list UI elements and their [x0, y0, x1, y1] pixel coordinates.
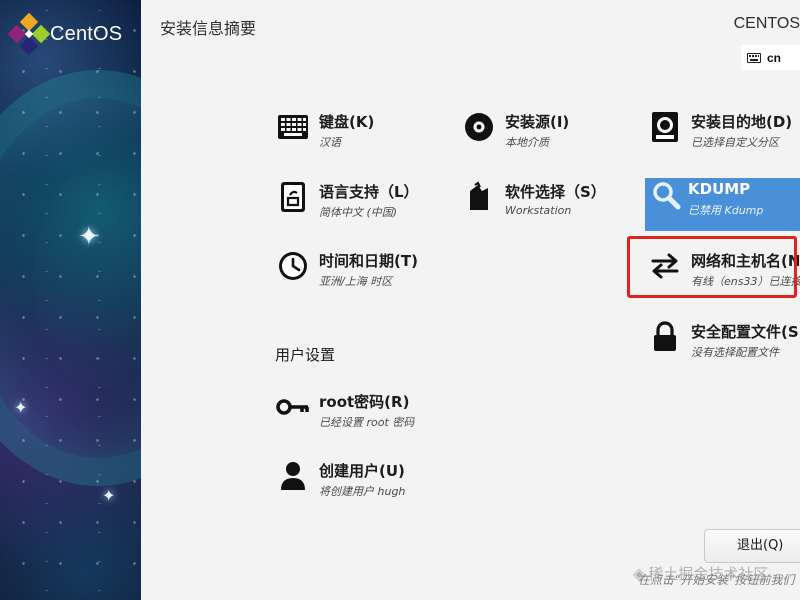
spoke-root-password[interactable]: root密码(R) 已经设置 root 密码	[276, 390, 466, 434]
sparkle-icon: ✦	[78, 222, 100, 252]
keyboard-icon	[276, 110, 310, 144]
spoke-kdump[interactable]: KDUMP 已禁用 Kdump	[645, 178, 800, 231]
keyboard-layout-icon	[747, 52, 761, 63]
spoke-date-time-title: 时间和日期(T)	[319, 252, 418, 270]
spoke-install-source-title: 安装源(I)	[505, 113, 570, 131]
keyboard-layout-indicator[interactable]: cn	[741, 45, 800, 70]
starfield	[0, 0, 141, 600]
watermark-text: 稀土掘金技术社区	[648, 565, 769, 583]
spoke-language-support-title: 语言支持（L）	[319, 183, 419, 201]
spoke-security-profile-status: 没有选择配置文件	[691, 346, 779, 359]
key-icon	[276, 390, 310, 424]
spoke-create-user[interactable]: 创建用户(U) 将创建用户 hugh	[276, 459, 466, 503]
watermark: ◈ 稀土掘金技术社区	[633, 563, 768, 584]
package-icon	[462, 180, 496, 214]
sparkle-icon: ✦	[102, 486, 116, 505]
user-icon	[276, 459, 310, 493]
spoke-create-user-status: 将创建用户 hugh	[319, 485, 406, 498]
spoke-root-password-title: root密码(R)	[319, 393, 410, 411]
os-name: CENTOS	[733, 15, 800, 32]
brand-name: CentOS	[50, 22, 123, 45]
spoke-kdump-status: 已禁用 Kdump	[688, 204, 764, 217]
brand: CentOS	[7, 12, 123, 56]
hard-drive-icon	[648, 110, 682, 144]
spoke-language-support[interactable]: 语言支持（L） 简体中文 (中国)	[276, 180, 466, 224]
spoke-software-selection[interactable]: 软件选择（S） Workstation	[462, 180, 642, 224]
spoke-software-selection-status: Workstation	[505, 204, 572, 217]
quit-button[interactable]: 退出(Q)	[704, 529, 800, 563]
user-settings-heading: 用户设置	[275, 346, 336, 364]
spoke-keyboard-status: 汉语	[319, 136, 341, 149]
annotation-highlight-box	[627, 236, 797, 298]
spoke-install-destination[interactable]: 安装目的地(D) 已选择自定义分区	[648, 110, 800, 154]
spoke-root-password-status: 已经设置 root 密码	[319, 416, 415, 429]
page-title: 安装信息摘要	[160, 19, 257, 38]
keyboard-layout-label: cn	[767, 50, 782, 65]
spoke-security-profile-title: 安全配置文件(S)	[691, 323, 800, 341]
spoke-language-support-status: 简体中文 (中国)	[319, 206, 398, 219]
spoke-keyboard[interactable]: 键盘(K) 汉语	[276, 110, 466, 154]
lock-icon	[648, 320, 682, 354]
spoke-date-time-status: 亚洲/上海 时区	[319, 275, 393, 288]
spoke-software-selection-title: 软件选择（S）	[505, 183, 606, 201]
disc-icon	[462, 110, 496, 144]
clock-icon	[276, 249, 310, 283]
magnifier-icon	[649, 178, 683, 212]
sidebar: ✦ ✦ ✦ CentOS	[0, 0, 141, 600]
sparkle-icon: ✦	[14, 398, 28, 417]
spoke-keyboard-title: 键盘(K)	[319, 113, 375, 131]
spoke-security-profile[interactable]: 安全配置文件(S) 没有选择配置文件	[648, 320, 800, 364]
spoke-install-destination-title: 安装目的地(D)	[691, 113, 793, 131]
juejin-logo-icon: ◈	[633, 564, 646, 583]
spoke-create-user-title: 创建用户(U)	[319, 462, 405, 480]
centos-logo-icon	[7, 12, 51, 56]
spoke-kdump-title: KDUMP	[688, 180, 751, 198]
language-icon	[276, 180, 310, 214]
spoke-date-time[interactable]: 时间和日期(T) 亚洲/上海 时区	[276, 249, 466, 293]
spoke-install-destination-status: 已选择自定义分区	[691, 136, 779, 149]
spoke-install-source-status: 本地介质	[505, 136, 549, 149]
spoke-install-source[interactable]: 安装源(I) 本地介质	[462, 110, 642, 154]
